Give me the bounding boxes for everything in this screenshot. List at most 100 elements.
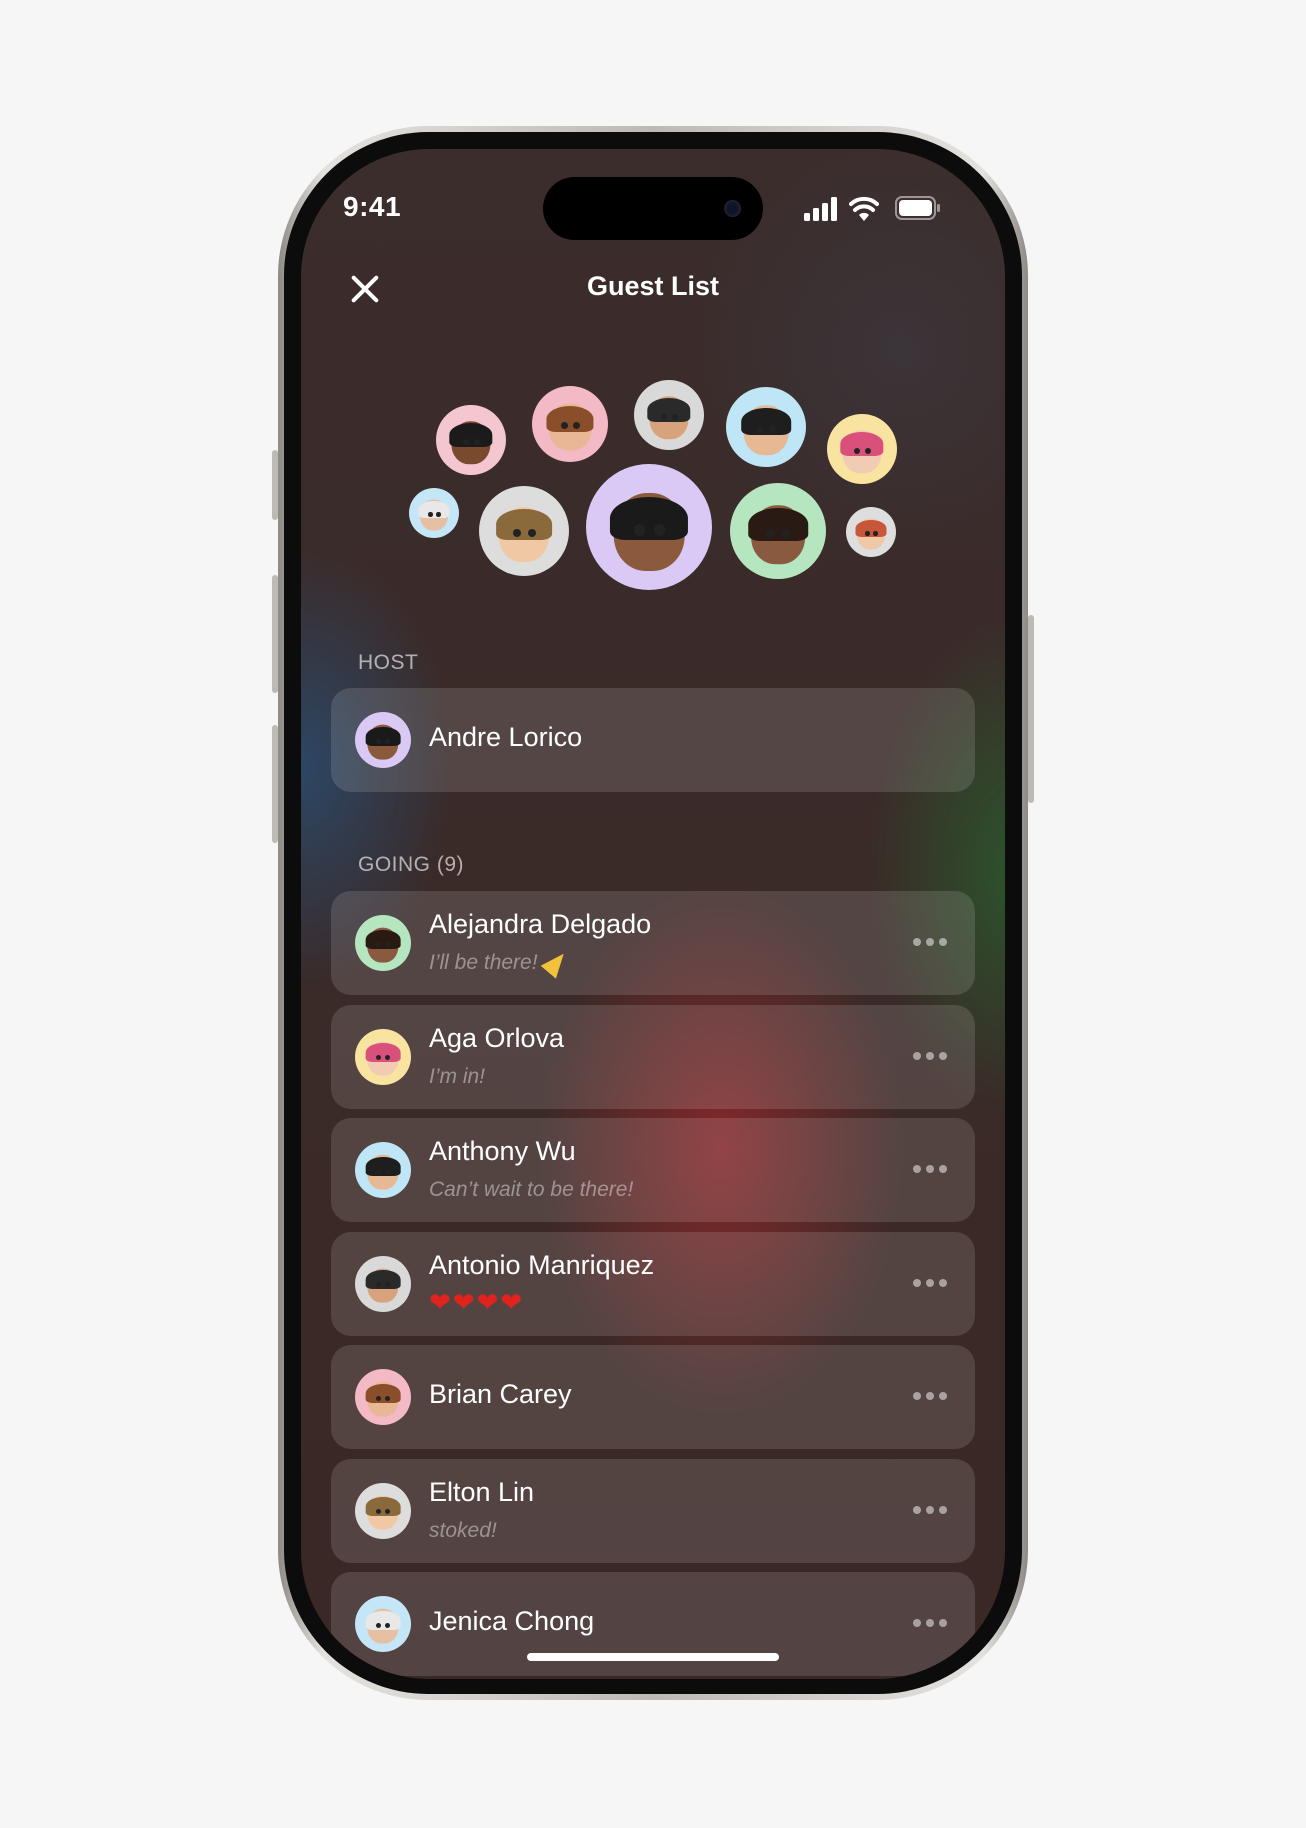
volume-up-button <box>272 575 278 693</box>
avatar-hair <box>609 496 689 540</box>
avatar-hair <box>741 407 791 435</box>
guest-name: Elton Lin <box>429 1476 535 1507</box>
avatar-hair <box>418 501 450 518</box>
guest-status-text: Can’t wait to be there! <box>429 1178 634 1201</box>
cellular-signal-icon <box>804 197 837 221</box>
guest-avatar <box>355 1596 411 1652</box>
avatar-eye <box>769 425 777 433</box>
guest-name: Anthony Wu <box>429 1136 576 1166</box>
guest-avatar <box>355 1142 411 1198</box>
screen: 9:41 Guest List HOST Andre Lorico GOING … <box>301 149 1005 1679</box>
avatar-eye <box>671 413 679 420</box>
host-section-label: HOST <box>358 651 419 674</box>
page-title: Guest List <box>586 271 720 301</box>
side-button <box>1028 615 1034 803</box>
avatar-eye <box>781 529 791 538</box>
avatar-eye <box>853 447 860 454</box>
avatar-eye <box>428 512 433 517</box>
guest-status: I’ll be there! <box>429 947 571 980</box>
more-options-icon[interactable] <box>913 1162 947 1176</box>
guest-avatar[interactable] <box>827 414 897 484</box>
avatar-hair <box>365 929 401 949</box>
guest-status-hearts: ❤❤❤❤ <box>429 1288 524 1318</box>
avatar-eye <box>560 422 568 430</box>
guest-name: Aga Orlova <box>429 1022 565 1053</box>
avatar-hair <box>365 1610 401 1630</box>
avatar-hair <box>365 1497 401 1517</box>
guest-row[interactable]: Elton Lin stoked! <box>331 1458 975 1563</box>
camera-icon <box>724 200 741 217</box>
avatar-hair <box>546 405 594 432</box>
guest-avatar <box>355 915 411 971</box>
avatar-hair <box>840 432 884 456</box>
avatar-eye <box>864 447 872 454</box>
guest-avatar[interactable] <box>846 507 896 557</box>
avatar-hair <box>365 1156 401 1176</box>
more-options-icon[interactable] <box>913 1276 947 1290</box>
guest-row[interactable]: Alejandra Delgado I’ll be there! <box>331 891 975 995</box>
guest-avatar <box>355 1369 411 1425</box>
dynamic-island <box>543 177 763 240</box>
party-popper-icon <box>540 947 571 980</box>
guest-status: I’m in! <box>429 1065 485 1089</box>
more-options-icon[interactable] <box>913 1616 947 1630</box>
action-button <box>272 450 278 520</box>
guest-avatar <box>355 1482 411 1539</box>
more-options-icon[interactable] <box>913 1389 947 1403</box>
guest-row[interactable]: Anthony Wu Can’t wait to be there! <box>331 1118 975 1222</box>
avatar-eye <box>436 512 441 517</box>
avatar-eye <box>633 524 646 536</box>
more-options-icon[interactable] <box>913 935 947 949</box>
avatar-eye <box>865 531 870 536</box>
guest-name: Jenica Chong <box>429 1606 595 1636</box>
battery-icon <box>895 196 940 220</box>
status-time: 9:41 <box>343 191 402 222</box>
avatar-hair <box>365 1270 401 1290</box>
host-name: Andre Lorico <box>429 722 583 752</box>
volume-down-button <box>272 725 278 843</box>
guest-avatar[interactable] <box>436 405 506 475</box>
guest-avatar[interactable] <box>586 464 712 590</box>
avatar-hair <box>496 509 552 540</box>
guest-name: Brian Carey <box>429 1379 572 1409</box>
avatar-eye <box>756 425 764 433</box>
home-indicator[interactable] <box>527 1653 779 1661</box>
guest-name: Alejandra Delgado <box>429 909 652 939</box>
avatar-eye <box>462 438 469 445</box>
guest-name: Antonio Manriquez <box>429 1249 655 1280</box>
guest-avatar[interactable] <box>730 483 826 579</box>
avatar-eye <box>873 531 878 536</box>
guest-avatar <box>355 1255 411 1312</box>
avatar-hair <box>449 423 493 447</box>
guest-avatar <box>355 1028 411 1085</box>
avatar-hair <box>365 1043 401 1063</box>
guest-avatar[interactable] <box>726 387 806 467</box>
guest-status: Can’t wait to be there! <box>429 1178 633 1202</box>
guest-row[interactable]: Brian Carey <box>331 1345 975 1449</box>
guest-avatar[interactable] <box>479 486 569 576</box>
avatar-eye <box>660 413 667 420</box>
avatar-hair <box>365 1383 401 1403</box>
going-section-label: GOING (9) <box>358 853 465 876</box>
avatar-hair <box>855 520 887 537</box>
more-options-icon[interactable] <box>913 1049 947 1063</box>
guest-avatar[interactable] <box>409 488 459 538</box>
guest-status-text: I’ll be there! <box>429 951 538 974</box>
guest-row[interactable]: Antonio Manriquez ❤❤❤❤ <box>331 1231 975 1336</box>
host-avatar <box>355 712 411 768</box>
guest-status-text: stoked! <box>429 1518 497 1542</box>
avatar-eye <box>654 524 666 536</box>
avatar-eye <box>766 529 776 538</box>
guest-avatar[interactable] <box>532 386 608 462</box>
avatar-hair <box>365 726 401 746</box>
avatar-hair <box>748 507 808 541</box>
guest-row[interactable]: Aga Orlova I’m in! <box>331 1004 975 1109</box>
more-options-icon[interactable] <box>913 1503 947 1517</box>
wifi-icon <box>849 196 879 221</box>
guest-status-text: I’m in! <box>429 1064 486 1088</box>
avatar-eye <box>473 438 481 445</box>
guest-status-text: ❤❤❤❤ <box>429 1287 525 1318</box>
avatar-hair <box>647 398 691 422</box>
host-row[interactable]: Andre Lorico <box>331 688 975 792</box>
guest-avatar[interactable] <box>634 380 704 450</box>
